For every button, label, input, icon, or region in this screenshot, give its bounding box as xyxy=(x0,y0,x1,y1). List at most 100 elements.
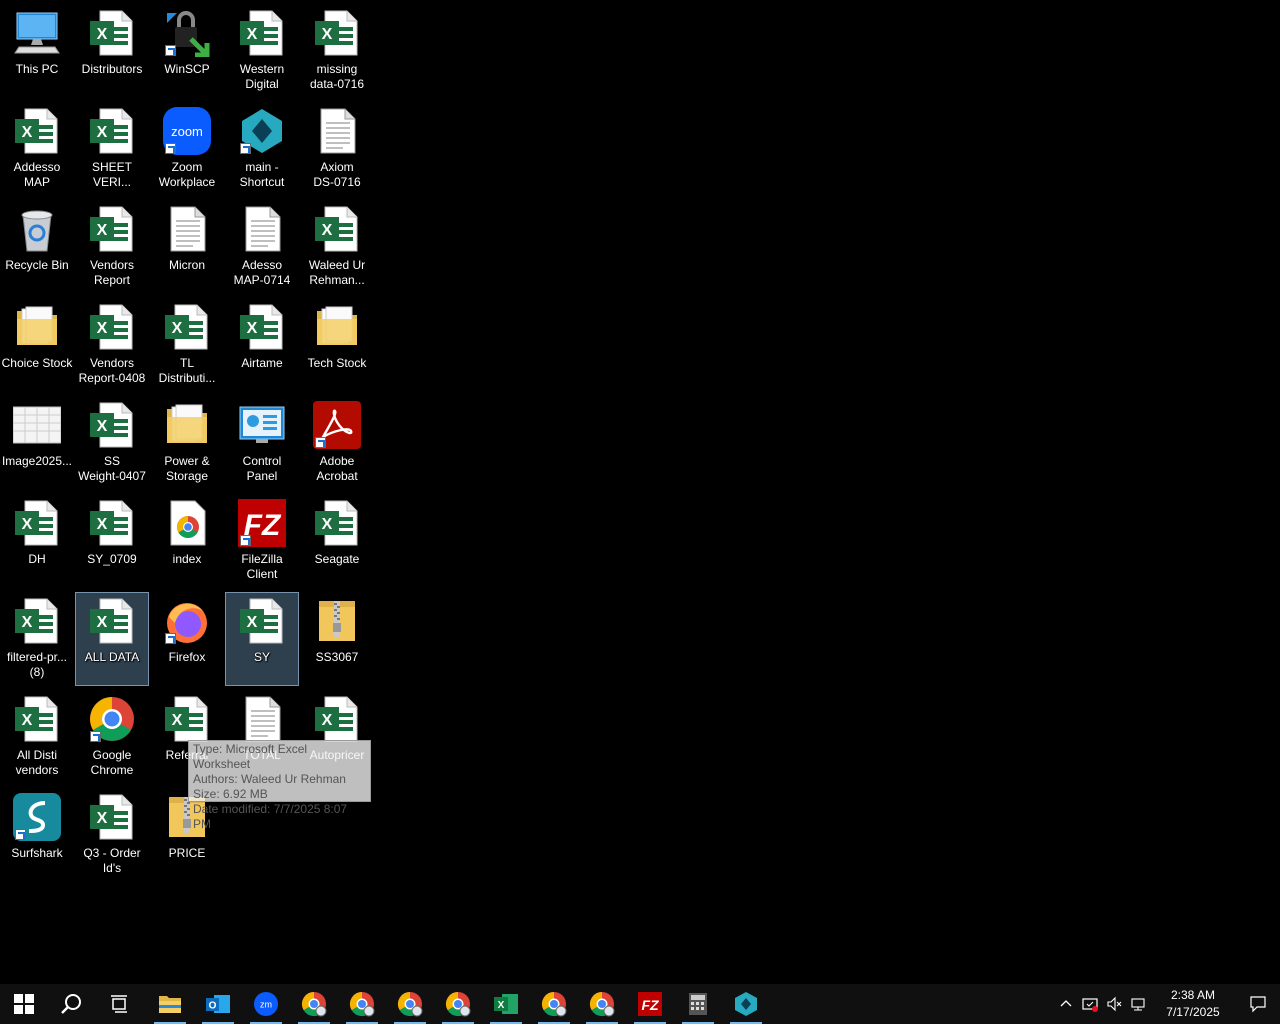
desktop-icon-adesso-map-0714[interactable]: Adesso MAP-0714 xyxy=(225,200,299,294)
shortcut-arrow-icon xyxy=(315,437,326,448)
file-tooltip: Type: Microsoft Excel Worksheet Authors:… xyxy=(188,740,371,831)
svg-text:X: X xyxy=(97,124,108,141)
desktop-icon-index[interactable]: index xyxy=(150,494,224,588)
desktop-icon-vendors-report-0408[interactable]: X Vendors Report-0408 xyxy=(75,298,149,392)
svg-text:X: X xyxy=(22,712,33,729)
desktop-icon-winscp[interactable]: WinSCP xyxy=(150,4,224,98)
desktop[interactable]: This PC X Distributors WinSCP X Western Digit… xyxy=(0,0,1280,984)
taskbar-calculator[interactable] xyxy=(674,984,722,1024)
taskbar-filezilla[interactable]: FZ xyxy=(626,984,674,1024)
taskbar-outlook[interactable]: O xyxy=(194,984,242,1024)
desktop-icon-dh[interactable]: X DH xyxy=(0,494,74,588)
svg-text:X: X xyxy=(97,614,108,631)
desktop-icon-label: This PC xyxy=(15,62,59,76)
taskbar-chrome-profile-2[interactable] xyxy=(338,984,386,1024)
svg-text:X: X xyxy=(498,1000,505,1011)
svg-text:X: X xyxy=(97,418,108,435)
desktop-icon-missing-data-0716[interactable]: Xmissing data-0716 xyxy=(300,4,374,98)
desktop-icon-google-chrome[interactable]: Google Chrome xyxy=(75,690,149,784)
desktop-icon-addesso-map[interactable]: X Addesso MAP xyxy=(0,102,74,196)
taskbar-chrome-profile-6[interactable] xyxy=(578,984,626,1024)
excel-icon: X xyxy=(238,303,286,351)
desktop-icon-label: SS Weight-0407 xyxy=(78,454,146,483)
desktop-icon-label: Power & Storage xyxy=(164,454,210,483)
taskbar-excel[interactable]: X xyxy=(482,984,530,1024)
desktop-icon-adobe-acrobat[interactable]: Adobe Acrobat xyxy=(300,396,374,490)
excel-icon: X xyxy=(163,303,211,351)
desktop-icon-firefox[interactable]: Firefox xyxy=(150,592,224,686)
acrobat-icon xyxy=(313,401,361,449)
desktop-icon-all-disti-vendors[interactable]: X All Disti vendors xyxy=(0,690,74,784)
taskbar-zoom[interactable]: zm xyxy=(242,984,290,1024)
taskbar-file-explorer[interactable] xyxy=(146,984,194,1024)
chrome-icon xyxy=(88,695,136,743)
desktop-icon-recycle-bin[interactable]: Recycle Bin xyxy=(0,200,74,294)
desktop-icon-all-data[interactable]: X ALL DATA xyxy=(75,592,149,686)
desktop-icon-ss3067[interactable]: SS3067 xyxy=(300,592,374,686)
desktop-icon-tech-stock[interactable]: Tech Stock xyxy=(300,298,374,392)
desktop-icon-label: Axiom DS-0716 xyxy=(313,160,361,189)
speaker-muted-icon[interactable] xyxy=(1102,984,1126,1024)
network-icon[interactable] xyxy=(1126,984,1150,1024)
excel-icon: X xyxy=(13,695,61,743)
excel-icon: X xyxy=(313,695,361,743)
desktop-icon-main-shortcut[interactable]: main - Shortcut xyxy=(225,102,299,196)
taskbar-chrome-profile-4[interactable] xyxy=(434,984,482,1024)
desktop-icon-label: Vendors Report xyxy=(89,258,135,287)
svg-text:X: X xyxy=(97,222,108,239)
desktop-icon-sheet-veri[interactable]: X SHEET VERI... xyxy=(75,102,149,196)
desktop-icon-label: Adobe Acrobat xyxy=(316,454,358,483)
desktop-icon-western-digital[interactable]: X Western Digital xyxy=(225,4,299,98)
tooltip-authors: Authors: Waleed Ur Rehman xyxy=(193,772,346,786)
desktop-icon-ss-weight-0407[interactable]: X SS Weight-0407 xyxy=(75,396,149,490)
desktop-icon-micron[interactable]: Micron xyxy=(150,200,224,294)
desktop-icon-airtame[interactable]: X Airtame xyxy=(225,298,299,392)
taskbar-search-button[interactable] xyxy=(48,984,96,1024)
desktop-icon-label: Zoom Workplace xyxy=(158,160,216,189)
desktop-icon-waleed-ur-rehman[interactable]: X Waleed Ur Rehman... xyxy=(300,200,374,294)
tooltip-type: Type: Microsoft Excel Worksheet xyxy=(193,742,308,771)
desktop-icon-surfshark[interactable]: Surfshark xyxy=(0,788,74,882)
calculator-icon xyxy=(685,991,711,1017)
pc-icon xyxy=(13,9,61,57)
chrome-icon xyxy=(397,991,423,1017)
taskbar-main[interactable] xyxy=(722,984,770,1024)
desktop-icon-tl-distributi[interactable]: X TL Distributi... xyxy=(150,298,224,392)
desktop-icon-label: Choice Stock xyxy=(1,356,73,370)
taskbar-chrome-profile-1[interactable] xyxy=(290,984,338,1024)
desktop-icon-distributors[interactable]: X Distributors xyxy=(75,4,149,98)
desktop-icon-label: Tech Stock xyxy=(307,356,367,370)
svg-text:zm: zm xyxy=(260,1000,272,1010)
desktop-icon-this-pc[interactable]: This PC xyxy=(0,4,74,98)
chevron-up-icon[interactable] xyxy=(1054,984,1078,1024)
desktop-icon-power-storage[interactable]: Power & Storage xyxy=(150,396,224,490)
excel-icon: X xyxy=(88,401,136,449)
defender-icon[interactable] xyxy=(1078,984,1102,1024)
excel-icon: X xyxy=(88,597,136,645)
excel-icon: X xyxy=(13,597,61,645)
taskbar-chrome-profile-3[interactable] xyxy=(386,984,434,1024)
notification-icon[interactable] xyxy=(1236,984,1280,1024)
desktop-icon-seagate[interactable]: X Seagate xyxy=(300,494,374,588)
desktop-icon-filezilla-client[interactable]: FZ FileZilla Client xyxy=(225,494,299,588)
taskbar-start-button[interactable] xyxy=(0,984,48,1024)
svg-text:X: X xyxy=(22,614,33,631)
taskbar-task-view-button[interactable] xyxy=(96,984,144,1024)
desktop-icon-choice-stock[interactable]: Choice Stock xyxy=(0,298,74,392)
desktop-icon-control-panel[interactable]: Control Panel xyxy=(225,396,299,490)
desktop-icon-sy-0709[interactable]: X SY_0709 xyxy=(75,494,149,588)
desktop-icon-axiom-ds-0716[interactable]: Axiom DS-0716 xyxy=(300,102,374,196)
desktop-icon-label: Image2025... xyxy=(1,454,73,468)
desktop-icon-sy[interactable]: X SY xyxy=(225,592,299,686)
desktop-icon-image2025[interactable]: Image2025... xyxy=(0,396,74,490)
image-icon xyxy=(13,401,61,449)
desktop-icon-zoom-workplace[interactable]: zoom Zoom Workplace xyxy=(150,102,224,196)
excel-icon: X xyxy=(13,499,61,547)
taskbar-chrome-profile-5[interactable] xyxy=(530,984,578,1024)
clock[interactable]: 2:38 AM 7/17/2025 xyxy=(1150,987,1236,1021)
desktop-icon-label: FileZilla Client xyxy=(241,552,283,581)
desktop-icon-filtered-pr-8[interactable]: Xfiltered-pr... (8) xyxy=(0,592,74,686)
excel-icon: X xyxy=(88,499,136,547)
desktop-icon-vendors-report[interactable]: X Vendors Report xyxy=(75,200,149,294)
desktop-icon-q3-order-id-s[interactable]: X Q3 - Order Id's xyxy=(75,788,149,882)
